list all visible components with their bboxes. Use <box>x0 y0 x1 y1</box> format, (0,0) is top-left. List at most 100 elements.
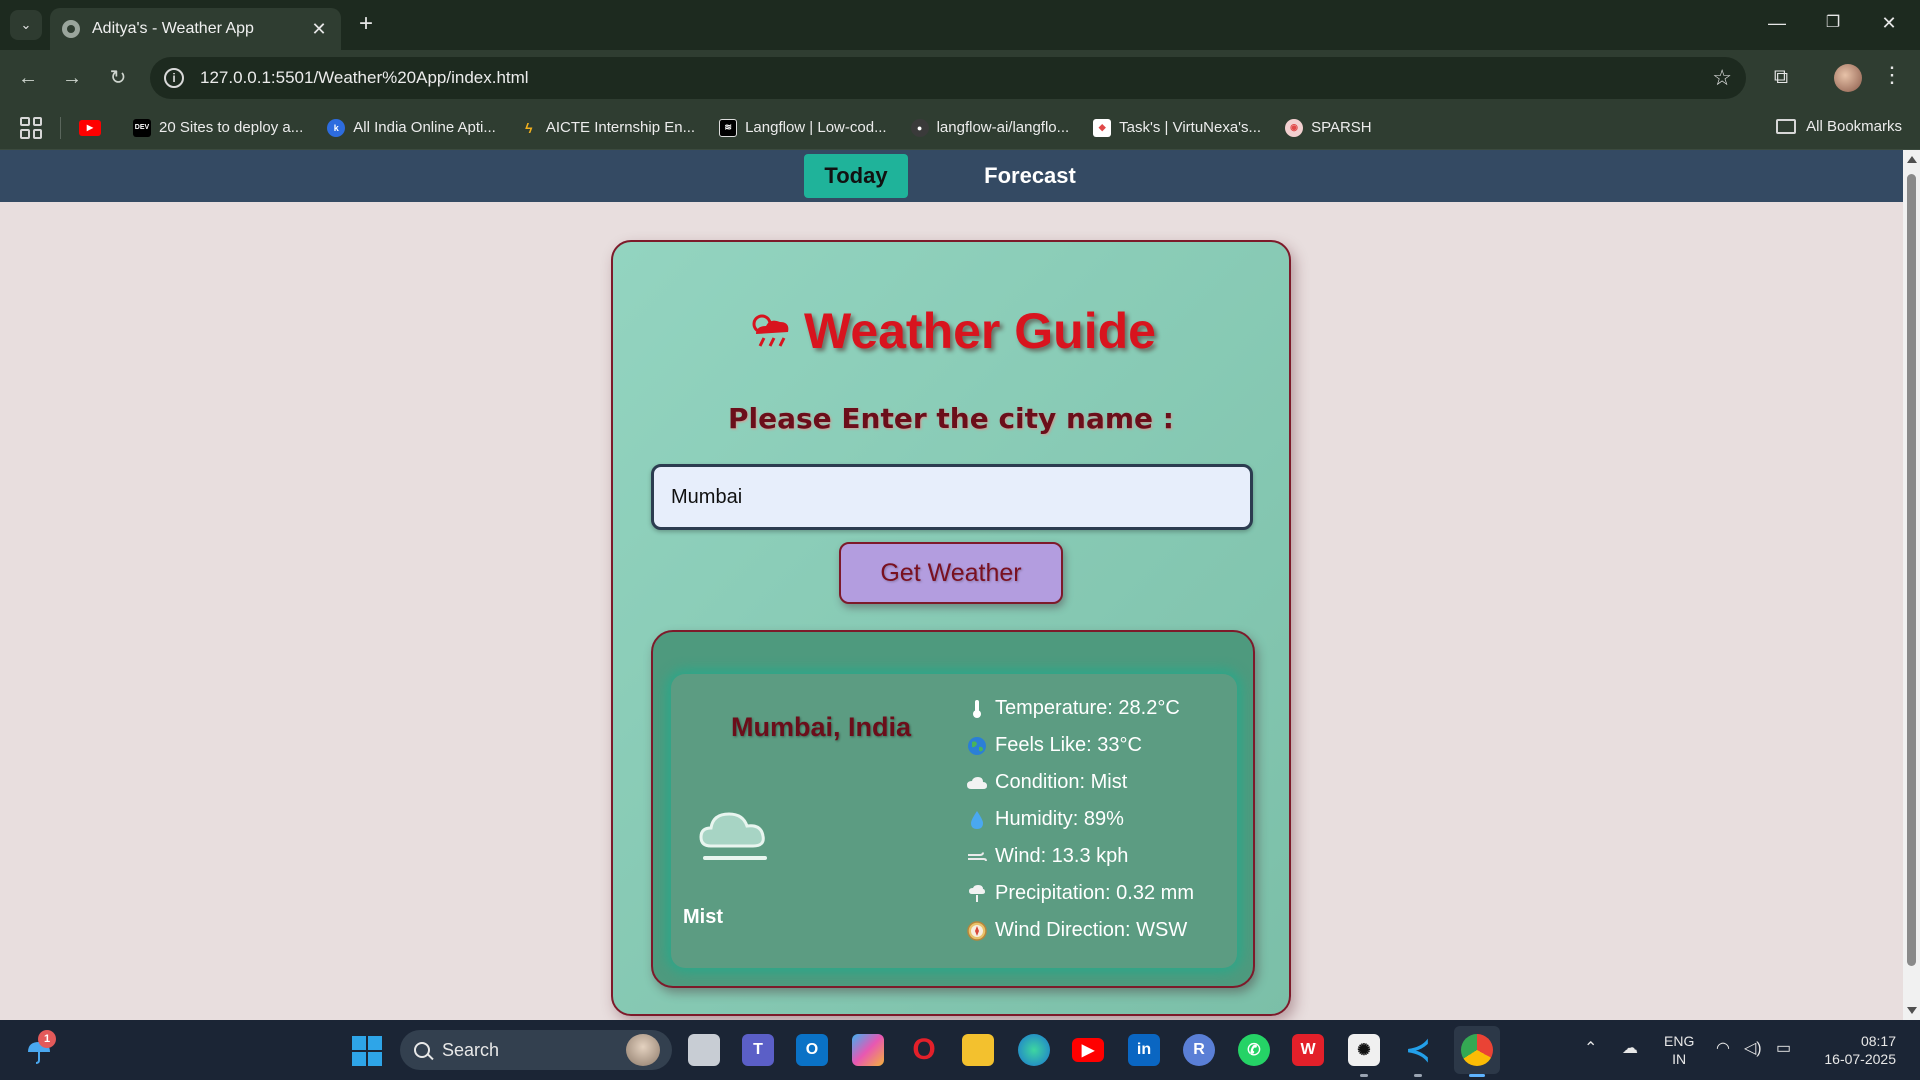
volume-icon[interactable]: ◁) <box>1744 1038 1762 1058</box>
youtube-icon[interactable]: ▶ <box>1072 1038 1104 1062</box>
detail-text: Precipitation: 0.32 mm <box>995 882 1194 904</box>
taskbar: 1 Search T O O ▶ in R ✆ W ✺ ≺ ⌃ ☁ ENG IN… <box>0 1020 1920 1080</box>
search-label: Search <box>442 1039 500 1060</box>
detail-condition: Condition: Mist <box>967 764 1194 801</box>
aicte-icon: ϟ <box>525 119 533 136</box>
bookmark-label: Task's | VirtuNexa's... <box>1119 119 1262 136</box>
city-prompt: Please Enter the city name : <box>728 402 1174 435</box>
task-view-icon[interactable] <box>688 1034 720 1066</box>
windows-start-icon[interactable] <box>352 1036 382 1066</box>
detail-precipitation: Precipitation: 0.32 mm <box>967 875 1194 912</box>
vscode-icon[interactable]: ≺ <box>1402 1034 1434 1067</box>
apps-grid-icon[interactable] <box>20 116 42 139</box>
edge-icon[interactable] <box>1018 1034 1050 1066</box>
page-scrollbar[interactable] <box>1903 150 1920 1020</box>
url-text[interactable]: 127.0.0.1:5501/Weather%20App/index.html <box>200 68 1712 88</box>
all-bookmarks-button[interactable]: All Bookmarks <box>1776 118 1902 135</box>
wps-office-icon[interactable]: W <box>1292 1034 1324 1066</box>
bookmark-item[interactable]: DEV 20 Sites to deploy a... <box>133 118 303 137</box>
wifi-icon[interactable]: ◠ <box>1716 1038 1730 1058</box>
scroll-thumb[interactable] <box>1907 174 1916 966</box>
site-info-icon[interactable]: i <box>164 68 184 88</box>
menu-icon[interactable]: ⋮ <box>1880 62 1904 88</box>
all-bookmarks-label: All Bookmarks <box>1806 118 1902 135</box>
weather-result-panel: Mumbai, India Mist Temperature: 28.2°C F… <box>651 630 1255 988</box>
whatsapp-icon[interactable]: ✆ <box>1238 1034 1270 1066</box>
bookmark-item[interactable]: ● langflow-ai/langflo... <box>910 118 1070 137</box>
bookmark-item[interactable]: ◉ SPARSH <box>1285 118 1372 137</box>
location-text: Mumbai, India <box>730 712 911 742</box>
weather-card: Weather Guide Please Enter the city name… <box>611 240 1291 1016</box>
clock-time: 08:17 <box>1860 1033 1896 1049</box>
detail-text: Wind: 13.3 kph <box>995 845 1129 867</box>
bookmark-item[interactable]: ≋ Langflow | Low-cod... <box>719 118 887 137</box>
detail-text: Temperature: 28.2°C <box>995 697 1180 719</box>
dev-icon: DEV <box>133 118 151 137</box>
bookmark-label: langflow-ai/langflo... <box>936 119 1070 136</box>
scroll-up-arrow-icon[interactable] <box>1907 156 1917 163</box>
close-tab-icon[interactable]: ✕ <box>309 19 329 40</box>
browser-tab[interactable]: Aditya's - Weather App ✕ <box>50 8 341 50</box>
detail-wind-direction: Wind Direction: WSW <box>967 912 1194 949</box>
bookmark-label: AICTE Internship En... <box>545 119 696 136</box>
sparsh-icon: ◉ <box>1285 118 1304 137</box>
r-app-icon[interactable]: R <box>1183 1034 1215 1066</box>
bookmark-item[interactable]: ◆ Task's | VirtuNexa's... <box>1093 118 1262 137</box>
weather-details-list: Temperature: 28.2°C Feels Like: 33°C Con… <box>967 690 1194 949</box>
search-icon <box>414 1042 430 1058</box>
reload-icon[interactable]: ↻ <box>104 64 132 92</box>
bookmark-youtube[interactable]: ▶ <box>79 119 109 136</box>
detail-wind: Wind: 13.3 kph <box>967 838 1194 875</box>
bookmark-item[interactable]: ϟ AICTE Internship En... <box>520 119 695 137</box>
opera-icon[interactable]: O <box>908 1033 940 1066</box>
notification-badge: 1 <box>38 1030 56 1048</box>
bookmark-label: SPARSH <box>1311 119 1372 136</box>
teams-icon[interactable]: T <box>742 1034 774 1066</box>
clock[interactable]: 08:17 16-07-2025 <box>1816 1032 1896 1068</box>
tab-forecast[interactable]: Forecast <box>960 154 1100 198</box>
tab-title: Aditya's - Weather App <box>92 20 254 37</box>
wind-icon <box>967 847 987 867</box>
mist-cloud-icon <box>697 804 771 868</box>
chrome-icon[interactable] <box>1461 1034 1493 1066</box>
new-tab-button[interactable]: + <box>352 10 380 38</box>
restore-icon[interactable]: ❐ <box>1818 8 1848 38</box>
tab-today[interactable]: Today <box>804 154 908 198</box>
file-explorer-icon[interactable] <box>962 1034 994 1066</box>
city-input[interactable] <box>651 464 1253 530</box>
youtube-icon: ▶ <box>79 119 101 136</box>
detail-text: Humidity: 89% <box>995 808 1124 830</box>
bookmark-label: All India Online Apti... <box>353 119 496 136</box>
minimize-icon[interactable]: — <box>1762 8 1792 38</box>
detail-text: Feels Like: 33°C <box>995 734 1142 756</box>
browser-toolbar: ← → ↻ i 127.0.0.1:5501/Weather%20App/ind… <box>0 50 1920 106</box>
running-indicator <box>1360 1074 1368 1077</box>
back-icon[interactable]: ← <box>14 64 42 92</box>
taskbar-search[interactable]: Search <box>400 1030 672 1070</box>
bookmark-star-icon[interactable]: ☆ <box>1712 65 1732 91</box>
language-code: ENG <box>1664 1033 1695 1049</box>
battery-icon[interactable]: ▭ <box>1776 1038 1791 1058</box>
langflow-icon: ≋ <box>719 118 738 137</box>
copilot-icon[interactable] <box>852 1034 884 1066</box>
chatgpt-icon[interactable]: ✺ <box>1348 1034 1380 1066</box>
cloud-icon <box>967 773 987 793</box>
scroll-down-arrow-icon[interactable] <box>1907 1007 1917 1014</box>
get-weather-button[interactable]: Get Weather <box>839 542 1063 604</box>
forward-icon[interactable]: → <box>58 64 86 92</box>
tab-search-button[interactable]: ⌄ <box>10 10 42 40</box>
linkedin-icon[interactable]: in <box>1128 1034 1160 1066</box>
address-bar[interactable]: i 127.0.0.1:5501/Weather%20App/index.htm… <box>150 57 1746 99</box>
clock-date: 16-07-2025 <box>1824 1051 1896 1067</box>
language-indicator[interactable]: ENG IN <box>1664 1032 1694 1068</box>
profile-avatar[interactable] <box>1834 64 1862 92</box>
show-hidden-icons-icon[interactable]: ⌃ <box>1584 1038 1597 1058</box>
onedrive-icon[interactable]: ☁ <box>1622 1038 1638 1058</box>
close-window-icon[interactable]: ✕ <box>1874 8 1904 38</box>
outlook-icon[interactable]: O <box>796 1034 828 1066</box>
bookmark-item[interactable]: k All India Online Apti... <box>327 118 496 137</box>
virtunexa-icon: ◆ <box>1093 118 1112 137</box>
weather-result-inner: Mumbai, India Mist Temperature: 28.2°C F… <box>671 674 1237 968</box>
extensions-icon[interactable]: ⧉ <box>1768 64 1794 90</box>
folder-icon <box>1776 119 1797 134</box>
